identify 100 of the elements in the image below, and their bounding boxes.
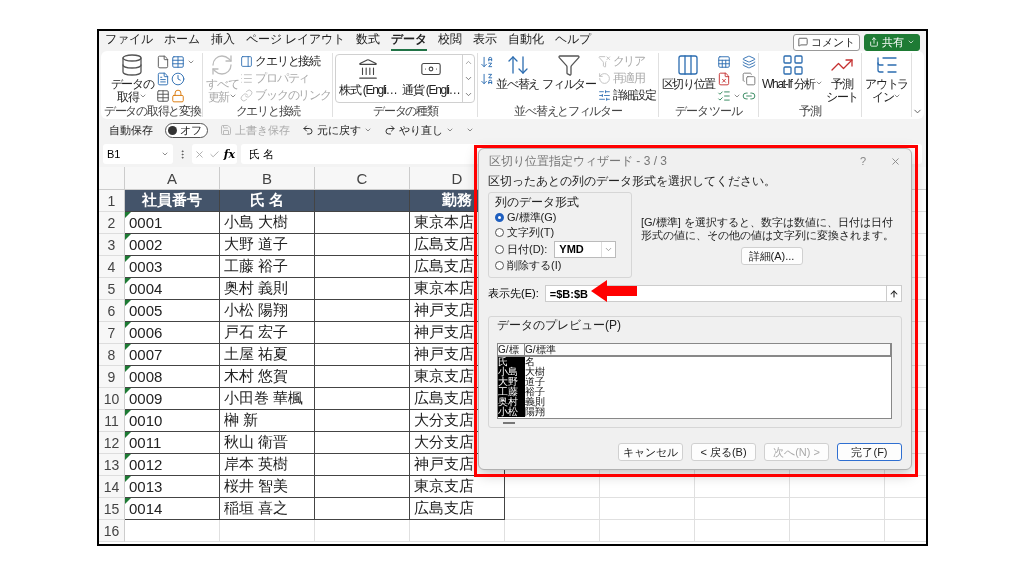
dialog-button[interactable]: キャンセル: [618, 443, 683, 461]
sort-descending-icon: [480, 71, 495, 86]
preview-column-header[interactable]: G/標準: [525, 344, 891, 357]
table-cell: 0005: [125, 300, 220, 322]
collapse-dialog-icon[interactable]: [889, 288, 899, 299]
table-cell: 木村 悠賀: [220, 366, 315, 388]
row-number[interactable]: 2: [99, 212, 125, 234]
table-cell: 大野 道子: [220, 234, 315, 256]
radio-label[interactable]: G/標準(G): [507, 210, 557, 226]
row-number[interactable]: 11: [99, 410, 125, 432]
clock-icon: [170, 71, 185, 86]
radio-button[interactable]: [495, 244, 504, 254]
comment-button[interactable]: コメント: [793, 33, 860, 51]
name-box[interactable]: B1: [103, 144, 173, 164]
ribbon-icon-button[interactable]: [155, 88, 170, 103]
menu-tab[interactable]: 表示: [473, 31, 498, 51]
destination-field[interactable]: =$B:$B: [544, 285, 902, 302]
row-number[interactable]: 14: [99, 476, 125, 498]
dialog-button[interactable]: < 戻る(B): [691, 443, 756, 461]
ribbon-button[interactable]: フィルター: [541, 53, 597, 104]
horizontal-scrollbar[interactable]: [503, 422, 515, 424]
menu-tab[interactable]: ヘルプ: [555, 31, 592, 51]
sort-ascending-icon: [480, 54, 495, 69]
menu-tab[interactable]: 挿入: [211, 31, 235, 51]
row-number[interactable]: 16: [99, 520, 125, 542]
cancel-icon[interactable]: [193, 148, 205, 160]
radio-label[interactable]: 日付(D):: [507, 241, 548, 257]
table-icon: [170, 54, 185, 69]
menu-tab[interactable]: 数式: [356, 31, 381, 51]
date-format-select[interactable]: YMD: [554, 240, 617, 258]
share-button[interactable]: 共有: [864, 33, 920, 51]
quick-access-button[interactable]: 元に戻す: [302, 122, 372, 138]
row-number[interactable]: 3: [99, 234, 125, 256]
radio-label[interactable]: 文字列(T): [507, 225, 555, 241]
preview-cell: 小松: [498, 407, 525, 417]
preview-column-header[interactable]: G/標: [498, 344, 525, 357]
quick-access-button[interactable]: やり直し: [384, 122, 454, 138]
ribbon-button[interactable]: 並べ替え: [495, 53, 541, 104]
table-cell: 小田巻 華楓: [220, 388, 315, 410]
ribbon-button[interactable]: 区切り位置: [660, 53, 716, 104]
ribbon-icon-button[interactable]: [742, 71, 756, 86]
radio-button[interactable]: [495, 260, 504, 270]
row-number[interactable]: 10: [99, 388, 125, 410]
scroll-down-icon[interactable]: [464, 74, 474, 83]
gallery-item[interactable]: 通貨 (Engli…: [399, 55, 463, 102]
table-cell: 秋山 衛晋: [220, 432, 315, 454]
table-cell: 桜井 智美: [220, 476, 315, 498]
caret-icon: [907, 38, 915, 46]
row-number[interactable]: 12: [99, 432, 125, 454]
row-number[interactable]: 9: [99, 366, 125, 388]
menu-tab[interactable]: ホーム: [164, 31, 200, 51]
columns-icon: [676, 53, 701, 77]
autosave-toggle[interactable]: オフ: [165, 122, 208, 138]
ribbon-icon-button[interactable]: [742, 54, 756, 69]
ribbon-button[interactable]: クエリと接続: [240, 53, 331, 70]
row-number[interactable]: 7: [99, 322, 125, 344]
ribbon-button[interactable]: アウトラ イン: [864, 53, 909, 104]
enter-icon[interactable]: [208, 148, 220, 160]
ribbon-icon-button[interactable]: [170, 54, 195, 69]
close-icon[interactable]: [890, 155, 901, 167]
row-number[interactable]: 6: [99, 300, 125, 322]
menu-tab[interactable]: ページ レイアウト: [246, 31, 346, 51]
caret-icon: [446, 126, 454, 134]
column-header[interactable]: B: [220, 167, 315, 190]
table-cell: 土屋 祐夏: [220, 344, 315, 366]
radio-label[interactable]: 削除する(I): [507, 257, 562, 273]
column-header[interactable]: C: [315, 167, 410, 190]
row-number[interactable]: 1: [99, 190, 125, 212]
ribbon-button[interactable]: データの 取得: [109, 53, 155, 104]
gallery-item[interactable]: 株式 (Engli…: [336, 55, 400, 102]
row-number[interactable]: 5: [99, 278, 125, 300]
customize-icon[interactable]: [466, 126, 474, 134]
ribbon-icon-button[interactable]: [155, 54, 170, 69]
row-number[interactable]: 13: [99, 454, 125, 476]
column-header[interactable]: A: [125, 167, 220, 190]
menu-tab[interactable]: 自動化: [508, 31, 545, 51]
insert-function-button[interactable]: fx: [223, 147, 235, 161]
row-number[interactable]: 8: [99, 344, 125, 366]
menu-tab[interactable]: 校閲: [438, 31, 463, 51]
radio-button[interactable]: [495, 228, 504, 238]
ribbon-icon-button[interactable]: [480, 54, 495, 69]
ribbon-icon-button[interactable]: [480, 71, 495, 86]
ribbon-icon-button[interactable]: [155, 71, 170, 86]
table-cell: 0003: [125, 256, 220, 278]
group-label: データの種類: [373, 104, 438, 118]
ribbon-icon-button[interactable]: [717, 88, 741, 103]
menu-tab[interactable]: ファイル: [105, 31, 153, 51]
ribbon-button[interactable]: What-If 分析: [761, 53, 825, 104]
radio-button[interactable]: [495, 213, 504, 223]
ribbon-button[interactable]: 予測 シート: [825, 53, 860, 104]
row-number[interactable]: 4: [99, 256, 125, 278]
advanced-button[interactable]: 詳細(A)...: [740, 247, 803, 265]
ribbon-button[interactable]: 詳細設定: [597, 87, 656, 104]
table-cell: 奥村 義則: [220, 278, 315, 300]
table-cell: 榊 新: [220, 410, 315, 432]
document-icon: [155, 71, 170, 86]
lock-icon: [170, 88, 185, 103]
dialog-title: 区切り位置指定ウィザード - 3 / 3: [489, 152, 668, 170]
row-number[interactable]: 15: [99, 498, 125, 520]
dialog-button[interactable]: 完了(F): [837, 443, 902, 461]
